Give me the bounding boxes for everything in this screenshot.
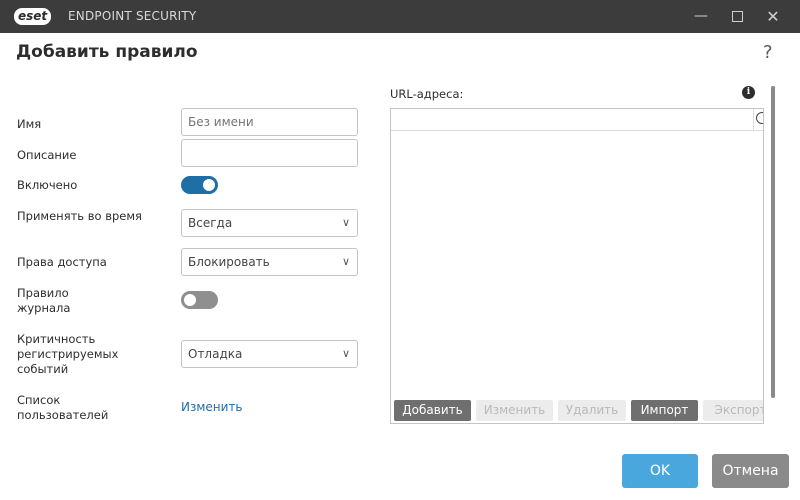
user-list-label: Список пользователей	[17, 393, 109, 422]
window-titlebar: eset ENDPOINT SECURITY — ✕	[0, 0, 800, 33]
toggle-knob	[184, 294, 196, 306]
url-list-label: URL-адреса:	[390, 87, 464, 101]
description-input[interactable]	[181, 139, 358, 167]
delete-url-button[interactable]: Удалить	[558, 400, 626, 421]
import-button[interactable]: Импорт	[631, 400, 698, 421]
minimize-button[interactable]: —	[683, 0, 719, 33]
info-icon[interactable]: i	[742, 86, 755, 99]
app-name: ENDPOINT SECURITY	[68, 9, 197, 23]
edit-users-link[interactable]: Изменить	[181, 400, 243, 414]
chevron-down-icon: ∨	[341, 216, 350, 229]
name-label: Имя	[17, 117, 42, 131]
toggle-knob	[203, 179, 215, 191]
maximize-icon	[731, 10, 743, 22]
maximize-button[interactable]	[719, 0, 755, 33]
chevron-down-icon: ∨	[341, 255, 350, 268]
apply-time-value: Всегда	[188, 216, 233, 230]
scrollbar[interactable]	[771, 86, 775, 398]
access-rights-select[interactable]: Блокировать ∨	[181, 248, 358, 276]
severity-label: Критичность регистрируемых событий	[17, 332, 119, 376]
header-separator	[753, 109, 754, 131]
log-rule-toggle[interactable]	[181, 291, 218, 309]
enabled-label: Включено	[17, 178, 78, 192]
export-button[interactable]: Экспорт	[703, 400, 763, 421]
close-button[interactable]: ✕	[755, 0, 791, 33]
log-rule-label: Правило журнала	[17, 286, 71, 315]
edit-url-button[interactable]: Изменить	[476, 400, 553, 421]
description-label: Описание	[17, 148, 77, 162]
severity-value: Отладка	[188, 347, 243, 361]
access-rights-label: Права доступа	[17, 255, 107, 269]
apply-time-select[interactable]: Всегда ∨	[181, 209, 358, 237]
chevron-down-icon: ∨	[341, 347, 350, 360]
access-rights-value: Блокировать	[188, 255, 270, 269]
dialog-title: Добавить правило	[16, 42, 198, 62]
ok-button[interactable]: OK	[622, 454, 698, 488]
cancel-button[interactable]: Отмена	[712, 454, 789, 488]
enabled-toggle[interactable]	[181, 176, 218, 194]
apply-time-label: Применять во время	[17, 209, 142, 223]
severity-select[interactable]: Отладка ∨	[181, 340, 358, 368]
url-toolbar: Добавить Изменить Удалить Импорт Экспорт	[391, 398, 763, 423]
url-list-header	[391, 109, 763, 131]
search-icon[interactable]	[756, 112, 763, 124]
eset-logo: eset	[14, 8, 52, 25]
add-url-button[interactable]: Добавить	[394, 400, 471, 421]
url-list-panel: Добавить Изменить Удалить Импорт Экспорт	[390, 108, 764, 424]
help-icon[interactable]: ?	[763, 42, 773, 63]
name-input[interactable]	[181, 108, 358, 136]
